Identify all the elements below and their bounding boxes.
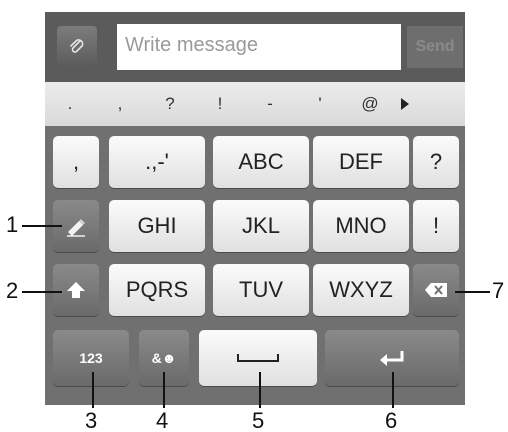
shift-button[interactable] bbox=[53, 264, 99, 316]
suggestion-item[interactable]: ? bbox=[145, 94, 195, 114]
key-tuv[interactable]: TUV bbox=[213, 264, 309, 316]
shift-arrow-icon bbox=[67, 282, 85, 298]
key-comma[interactable]: , bbox=[53, 136, 99, 188]
callout-line bbox=[455, 291, 490, 293]
key-wxyz[interactable]: WXYZ bbox=[313, 264, 409, 316]
key-mno[interactable]: MNO bbox=[313, 200, 409, 252]
key-abc[interactable]: ABC bbox=[213, 136, 309, 188]
backspace-button[interactable] bbox=[413, 264, 459, 316]
suggestion-item[interactable]: ! bbox=[195, 94, 245, 114]
attach-button[interactable] bbox=[57, 26, 97, 66]
key-jkl[interactable]: JKL bbox=[213, 200, 309, 252]
callout-label: 3 bbox=[85, 408, 98, 432]
space-button[interactable] bbox=[199, 330, 317, 386]
key-pqrs[interactable]: PQRS bbox=[109, 264, 205, 316]
suggestion-bar: . , ? ! - ' @ bbox=[45, 82, 465, 126]
suggestion-item[interactable]: . bbox=[45, 94, 95, 114]
callout-label: 6 bbox=[385, 408, 398, 432]
callout-line bbox=[92, 372, 94, 408]
message-input[interactable]: Write message bbox=[117, 24, 401, 70]
suggestion-item[interactable]: , bbox=[95, 94, 145, 114]
callout-line bbox=[259, 372, 261, 408]
numbers-button[interactable]: 123 bbox=[53, 330, 129, 386]
suggestion-item[interactable]: - bbox=[245, 94, 295, 114]
enter-icon bbox=[380, 351, 404, 366]
key-question[interactable]: ? bbox=[413, 136, 459, 188]
callout-label: 1 bbox=[6, 212, 19, 237]
callout-line bbox=[163, 372, 165, 408]
suggestion-item[interactable]: @ bbox=[345, 94, 395, 114]
callout-line bbox=[392, 372, 394, 408]
pen-icon bbox=[67, 219, 85, 237]
key-def[interactable]: DEF bbox=[313, 136, 409, 188]
callout-label: 4 bbox=[156, 408, 169, 432]
callout-label: 7 bbox=[492, 278, 505, 303]
more-suggestions-button[interactable] bbox=[395, 97, 415, 111]
chevron-right-icon bbox=[401, 98, 409, 110]
space-icon bbox=[237, 354, 279, 362]
suggestion-item[interactable]: ' bbox=[295, 94, 345, 114]
paperclip-icon bbox=[70, 39, 84, 53]
send-button[interactable]: Send bbox=[407, 26, 463, 68]
key-exclamation[interactable]: ! bbox=[413, 200, 459, 252]
key-punctuation[interactable]: .,-' bbox=[109, 136, 205, 188]
callout-line bbox=[22, 291, 62, 293]
compose-bar: Write message Send bbox=[45, 12, 465, 82]
callout-label: 2 bbox=[6, 278, 19, 303]
callout-label: 5 bbox=[252, 408, 265, 432]
backspace-icon bbox=[425, 283, 447, 297]
keyboard-screenshot: Write message Send . , ? ! - ' @ , .,-' … bbox=[45, 12, 465, 405]
key-ghi[interactable]: GHI bbox=[109, 200, 205, 252]
callout-line bbox=[22, 225, 62, 227]
